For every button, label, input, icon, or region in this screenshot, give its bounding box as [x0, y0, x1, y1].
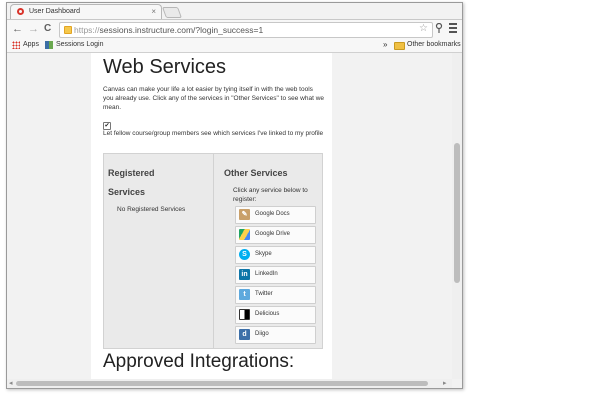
browser-window: User Dashboard × ← → C https://sessions.… — [6, 2, 463, 389]
skype-icon: S — [239, 249, 250, 260]
tab-title: User Dashboard — [29, 8, 80, 15]
reload-icon[interactable]: C — [44, 22, 51, 36]
share-services-label: Let fellow course/group members see whic… — [103, 130, 324, 137]
linkedin-icon: in — [239, 269, 250, 280]
other-services-heading: Other Services — [224, 168, 288, 178]
other-bookmarks[interactable]: Other bookmarks — [407, 41, 461, 48]
tab-strip: User Dashboard × — [7, 3, 462, 20]
address-bar[interactable]: https://sessions.instructure.com/?login_… — [59, 22, 433, 38]
bookmarks-overflow-icon[interactable]: » — [383, 40, 387, 49]
bookmark-apps[interactable]: Apps — [23, 41, 39, 48]
forward-icon[interactable]: → — [28, 22, 39, 36]
google-drive-icon — [239, 229, 250, 240]
scroll-left-icon[interactable]: ◂ — [9, 379, 13, 388]
intro-text: Canvas can make your life a lot easier b… — [103, 86, 325, 111]
lock-icon — [64, 26, 72, 34]
service-google-drive-button[interactable]: Google Drive — [235, 226, 316, 244]
bookmark-star-icon[interactable]: ☆ — [419, 23, 428, 34]
horizontal-scrollbar[interactable]: ◂ ▸ — [7, 379, 452, 388]
service-twitter-button[interactable]: t Twitter — [235, 286, 316, 304]
canvas-favicon-icon — [17, 8, 24, 15]
folder-icon[interactable] — [394, 42, 405, 50]
register-instructions: Click any service below to register: — [233, 187, 308, 203]
page-content: Web Services Canvas can make your life a… — [91, 53, 332, 379]
horizontal-scroll-thumb[interactable] — [16, 381, 428, 386]
bookmark-sessions-login[interactable]: Sessions Login — [56, 41, 103, 48]
diigo-icon: d — [239, 329, 250, 340]
service-google-docs-button[interactable]: ✎ Google Docs — [235, 206, 316, 224]
bookmarks-bar: Apps Sessions Login » Other bookmarks — [7, 39, 462, 53]
sessions-login-icon[interactable] — [45, 41, 53, 49]
approved-integrations-heading: Approved Integrations: — [103, 351, 295, 372]
browser-toolbar: ← → C https://sessions.instructure.com/?… — [7, 19, 462, 39]
url-text: https://sessions.instructure.com/?login_… — [74, 25, 264, 35]
extension-icon[interactable] — [435, 22, 443, 35]
page-viewport: Web Services Canvas can make your life a… — [7, 53, 452, 379]
google-docs-icon: ✎ — [239, 209, 250, 220]
service-linkedin-button[interactable]: in LinkedIn — [235, 266, 316, 284]
delicious-icon — [239, 309, 250, 320]
no-registered-services-text: No Registered Services — [117, 206, 186, 213]
column-divider — [213, 154, 214, 348]
service-delicious-button[interactable]: Delicious — [235, 306, 316, 324]
page-title: Web Services — [103, 56, 227, 78]
twitter-icon: t — [239, 289, 250, 300]
registered-services-heading: Registered Services — [108, 168, 155, 197]
service-diigo-button[interactable]: d Diigo — [235, 326, 316, 344]
apps-icon[interactable] — [12, 41, 20, 49]
service-skype-button[interactable]: S Skype — [235, 246, 316, 264]
vertical-scroll-thumb[interactable] — [454, 143, 460, 283]
scroll-right-icon[interactable]: ▸ — [443, 379, 447, 388]
browser-menu-icon[interactable] — [449, 23, 457, 35]
tab-close-icon[interactable]: × — [151, 7, 156, 16]
tab-user-dashboard[interactable]: User Dashboard × — [10, 4, 162, 20]
services-panel: Registered Services No Registered Servic… — [103, 153, 323, 349]
vertical-scrollbar[interactable] — [452, 53, 462, 379]
back-icon[interactable]: ← — [12, 22, 23, 36]
new-tab-button[interactable] — [161, 7, 183, 18]
